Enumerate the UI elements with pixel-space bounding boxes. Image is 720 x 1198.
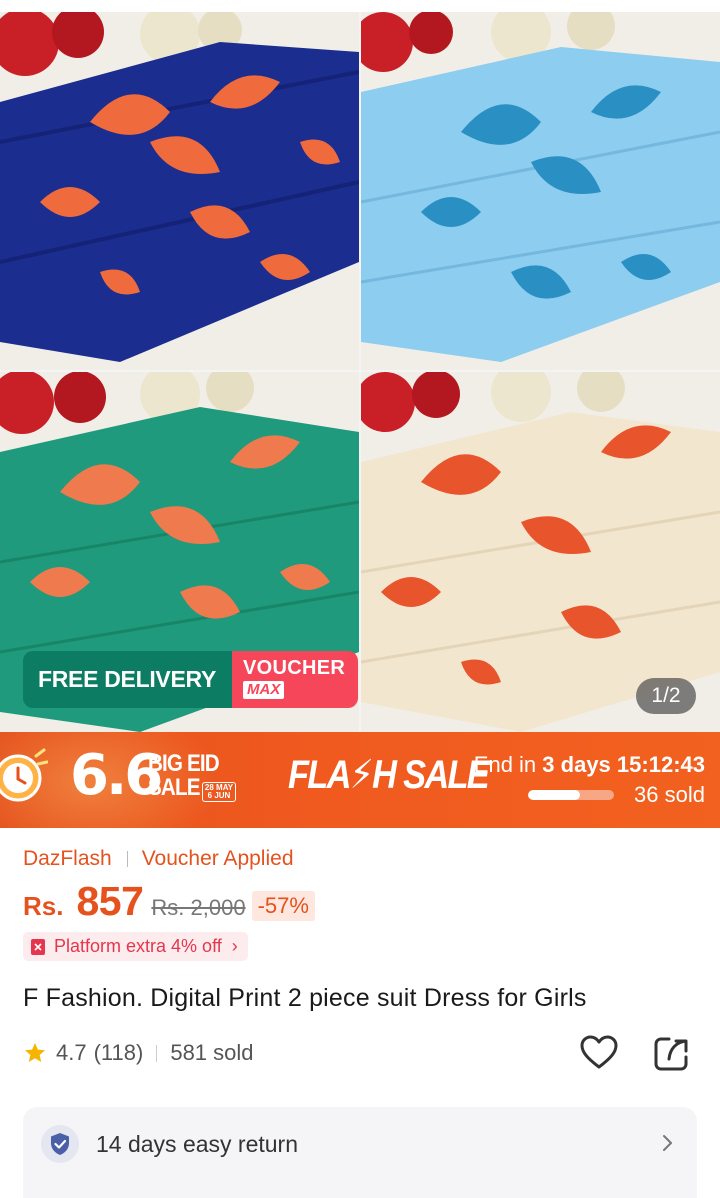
rating-row[interactable]: 4.7 (118) 581 sold	[23, 1037, 254, 1069]
image-pager-indicator: 1/2	[636, 678, 696, 714]
chevron-right-icon: ›	[231, 936, 238, 956]
flash-sold-count: 36 sold	[634, 782, 705, 807]
share-icon[interactable]	[652, 1033, 692, 1073]
event-dates-end: 6 JUN	[207, 791, 231, 800]
star-icon	[25, 1043, 45, 1062]
countdown-days: 3 days	[542, 752, 611, 777]
countdown-prefix: End in	[473, 752, 537, 777]
voucher-label: VOUCHER	[243, 657, 346, 679]
sold-count: 581 sold	[170, 1040, 254, 1065]
tag-separator	[126, 851, 128, 867]
flash-sale-logo: FLA⚡H SALE	[288, 753, 490, 797]
dazflash-tag: DazFlash	[23, 847, 112, 870]
wishlist-heart-icon[interactable]	[579, 1033, 619, 1073]
voucher-max-label: MAX	[243, 681, 285, 699]
product-image-skyblue	[361, 12, 720, 370]
product-image-navy	[0, 12, 359, 370]
rating-separator	[156, 1044, 158, 1062]
event-title-line1: BIG EID	[148, 750, 220, 777]
platform-offer-label: Platform extra 4% off	[54, 936, 222, 956]
promo-tags-row: DazFlash Voucher Applied	[23, 845, 294, 873]
countdown-row: End in 3 days 15:12:43	[474, 751, 705, 779]
return-policy-label: 14 days easy return	[96, 1131, 299, 1157]
free-delivery-badge: FREE DELIVERY	[23, 651, 233, 708]
alarm-clock-icon	[0, 748, 48, 802]
voucher-max-badge: VOUCHER MAX	[232, 651, 359, 708]
current-price: 857	[76, 878, 144, 924]
price-currency: Rs.	[23, 891, 64, 921]
price-row: Rs. 857 Rs. 2,000 -57%	[23, 878, 315, 925]
return-policy-card[interactable]: 14 days easy return	[23, 1107, 697, 1198]
review-count: (118)	[93, 1040, 144, 1065]
countdown-timer: 15:12:43	[616, 752, 705, 777]
sold-progress-bar	[528, 790, 614, 800]
shield-check-icon	[41, 1125, 79, 1163]
event-number: 6.6	[70, 743, 163, 808]
coupon-icon	[31, 938, 45, 955]
platform-offer-chip[interactable]: Platform extra 4% off ›	[23, 932, 248, 961]
product-title: F Fashion. Digital Print 2 piece suit Dr…	[23, 984, 587, 1012]
rating-value: 4.7	[56, 1040, 87, 1065]
gallery-top-strip	[0, 0, 720, 12]
chevron-right-icon	[663, 1135, 672, 1151]
product-image-gallery[interactable]: FREE DELIVERY VOUCHER MAX 1/2	[0, 0, 720, 732]
event-dates-badge: 28 MAY 6 JUN	[202, 782, 236, 802]
delivery-voucher-badge: FREE DELIVERY VOUCHER MAX	[23, 651, 359, 708]
voucher-applied-tag: Voucher Applied	[141, 847, 294, 870]
discount-badge: -57%	[251, 891, 315, 921]
original-price: Rs. 2,000	[151, 895, 246, 920]
sold-progress-fill	[528, 790, 580, 800]
